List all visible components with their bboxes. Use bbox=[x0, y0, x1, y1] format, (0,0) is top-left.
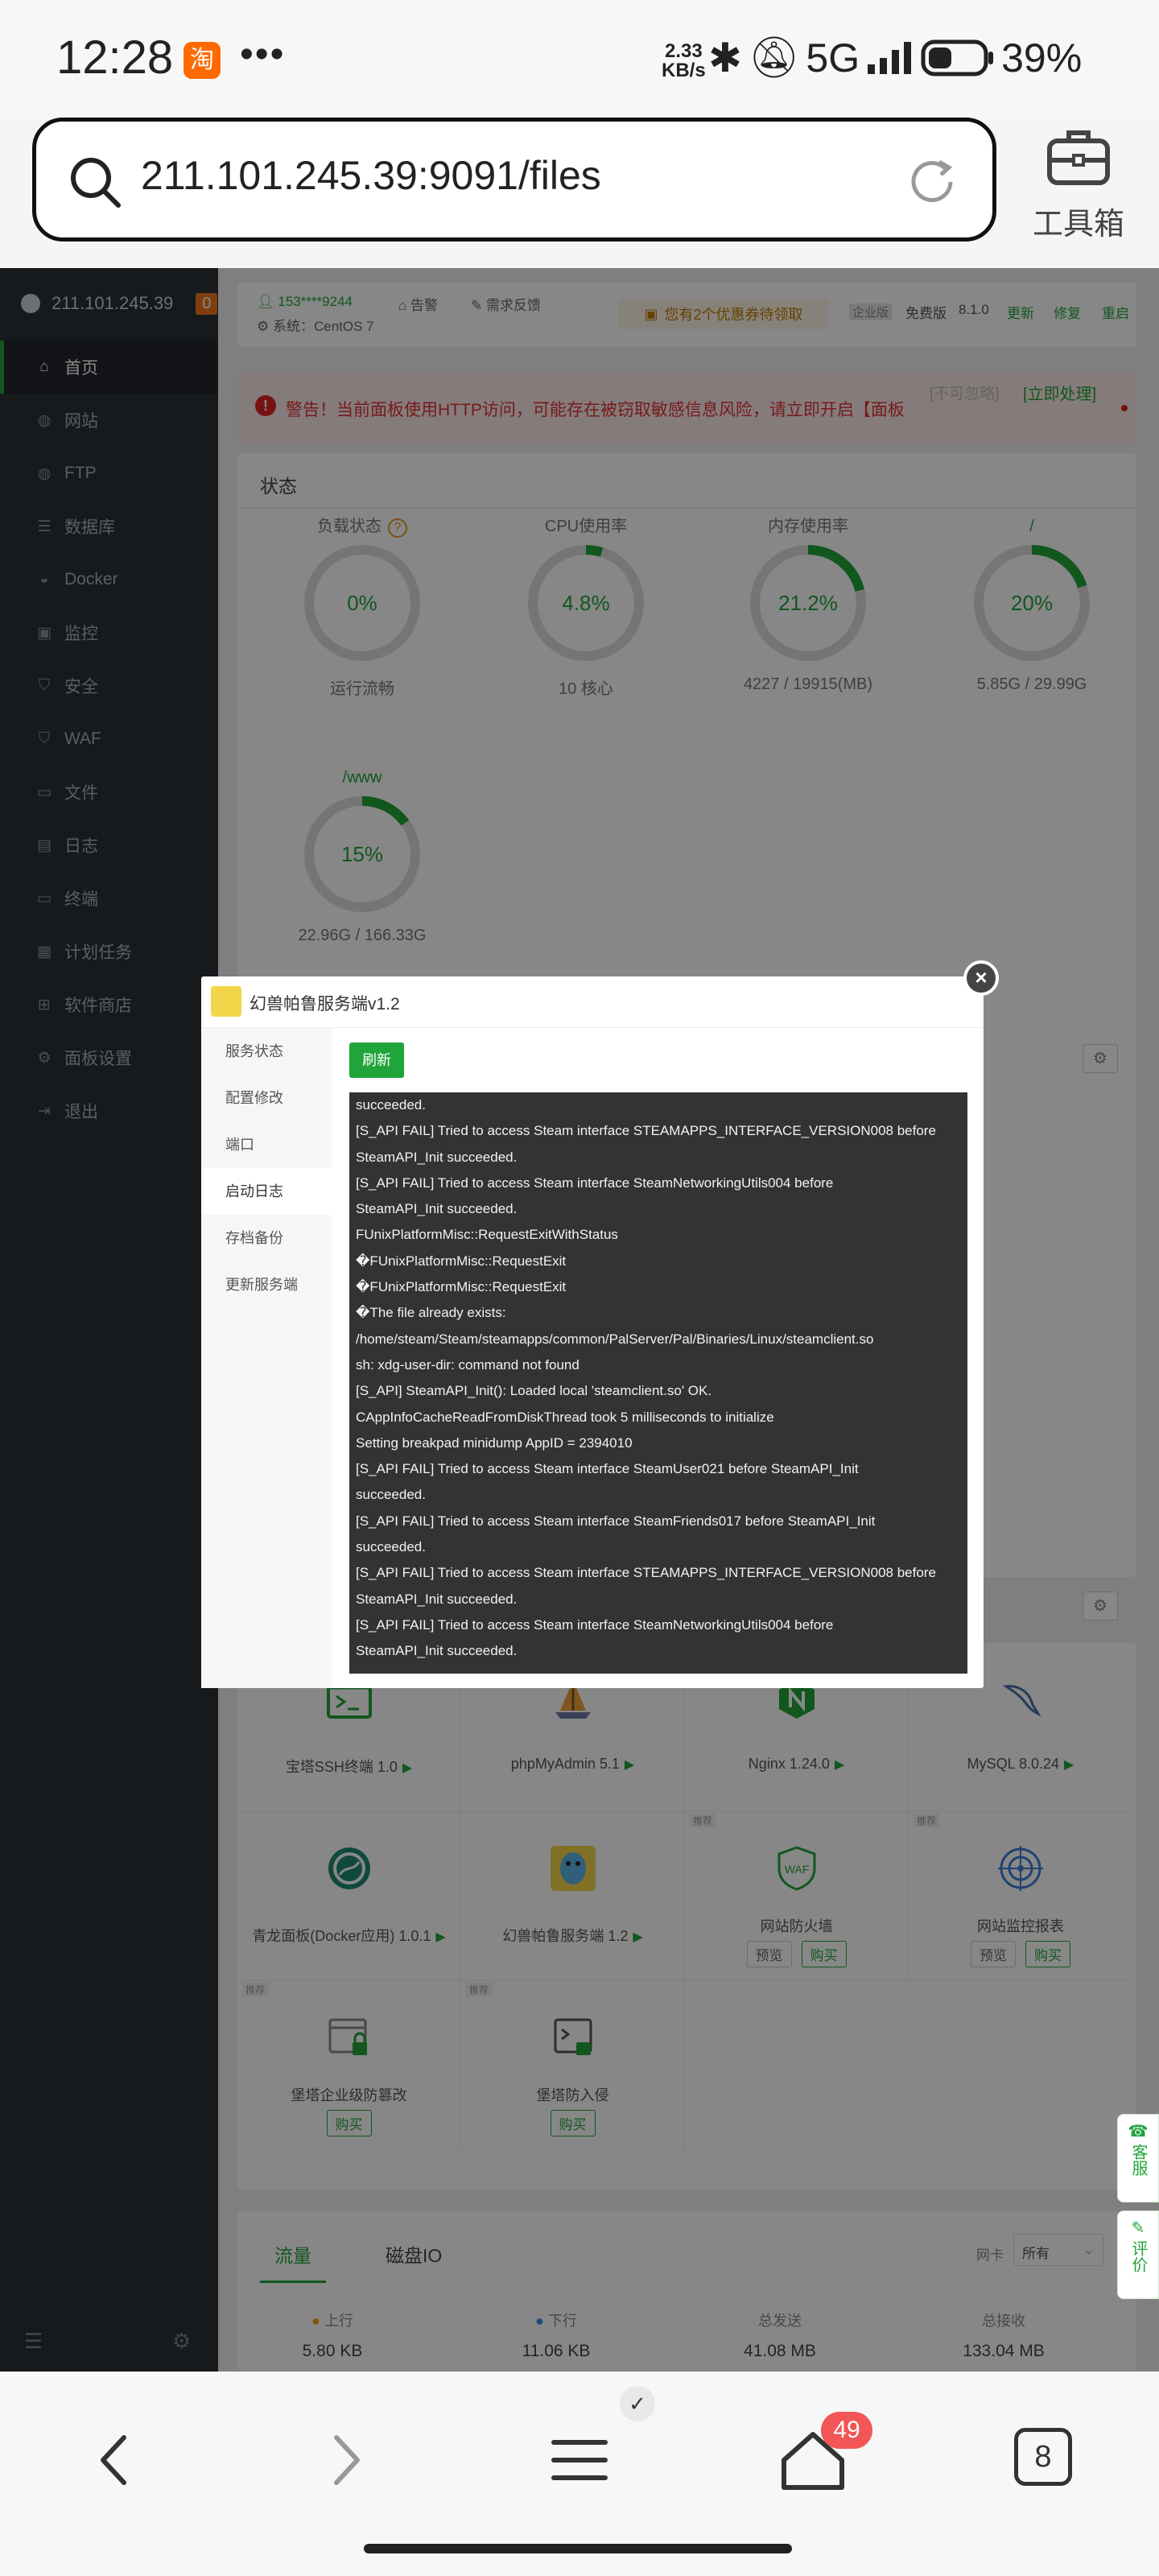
tabs-badge: 49 bbox=[821, 2412, 872, 2449]
log-line: [S_API FAIL] Tried to access Steam inter… bbox=[356, 1123, 936, 1139]
network-type: 5G bbox=[806, 35, 860, 80]
url-text[interactable]: 211.101.245.39:9091/files bbox=[141, 152, 601, 199]
modal-close-icon[interactable]: × bbox=[963, 960, 999, 996]
address-bar[interactable]: 211.101.245.39:9091/files bbox=[32, 118, 996, 242]
menu-service-status[interactable]: 服务状态 bbox=[201, 1028, 332, 1075]
forward-icon[interactable] bbox=[306, 2420, 386, 2500]
home-indicator bbox=[364, 2544, 792, 2553]
startup-log-console[interactable]: succeeded. [S_API FAIL] Tried to access … bbox=[349, 1092, 967, 1674]
log-line: [S_API] SteamAPI_Init(): Loaded local 's… bbox=[356, 1383, 712, 1399]
log-line: [S_API FAIL] Tried to access Steam inter… bbox=[356, 1565, 936, 1581]
phone-status-bar: 12:28 淘 ••• 2.33 KB/s ✱ 🔕︎ 5G 39% bbox=[0, 0, 1159, 121]
toolbox-icon bbox=[1047, 130, 1110, 185]
log-line: Setting breakpad minidump AppID = 239401… bbox=[356, 1435, 633, 1451]
log-line: succeeded. bbox=[356, 1539, 426, 1555]
modal-title: 幻兽帕鲁服务端v1.2 bbox=[250, 995, 400, 1013]
edit-icon: ✎ bbox=[1131, 2219, 1145, 2237]
clock: 12:28 bbox=[56, 31, 174, 84]
mute-icon: 🔕︎ bbox=[748, 35, 800, 80]
log-line: [S_API FAIL] Tried to access Steam inter… bbox=[356, 1513, 876, 1529]
menu-port[interactable]: 端口 bbox=[201, 1121, 332, 1168]
modal-header: 幻兽帕鲁服务端v1.2 bbox=[201, 976, 984, 1028]
toolbox-button[interactable]: 工具箱 bbox=[1022, 125, 1135, 246]
search-icon bbox=[71, 158, 121, 208]
log-line: FUnixPlatformMisc::RequestExitWithStatus bbox=[356, 1227, 618, 1243]
battery-level: 39% bbox=[1001, 35, 1083, 80]
log-line: [S_API FAIL] Tried to access Steam inter… bbox=[356, 1174, 834, 1191]
log-line: succeeded. bbox=[356, 1097, 426, 1113]
log-line: �FUnixPlatformMisc::RequestExit bbox=[356, 1279, 567, 1295]
log-line: �FUnixPlatformMisc::RequestExit bbox=[356, 1253, 567, 1269]
log-line: �The file already exists: bbox=[356, 1305, 506, 1321]
reload-icon[interactable] bbox=[904, 154, 960, 210]
menu-icon[interactable] bbox=[539, 2420, 620, 2500]
status-icons: ✱ 🔕︎ 5G 39% bbox=[708, 34, 1082, 81]
review-tab[interactable]: ✎ 评价 bbox=[1117, 2211, 1159, 2299]
log-line: [S_API FAIL] Tried to access Steam inter… bbox=[356, 1616, 834, 1633]
tab-count-button[interactable]: 8 bbox=[1014, 2428, 1072, 2486]
menu-update-server[interactable]: 更新服务端 bbox=[201, 1261, 332, 1308]
check-badge-icon: ✓ bbox=[620, 2386, 655, 2421]
headset-icon: ☎ bbox=[1128, 2123, 1149, 2140]
signal-icon bbox=[868, 41, 912, 74]
log-line: /home/steam/Steam/steamapps/common/PalSe… bbox=[356, 1331, 874, 1347]
menu-config-edit[interactable]: 配置修改 bbox=[201, 1075, 332, 1121]
log-line: sh: xdg-user-dir: command not found bbox=[356, 1356, 580, 1373]
palworld-logo-icon bbox=[211, 986, 241, 1017]
refresh-button[interactable]: 刷新 bbox=[349, 1042, 404, 1078]
bluetooth-icon: ✱ bbox=[708, 35, 742, 80]
palworld-server-modal: 幻兽帕鲁服务端v1.2 服务状态 配置修改 端口 启动日志 存档备份 更新服务端… bbox=[201, 976, 984, 1688]
log-line: SteamAPI_Init succeeded. bbox=[356, 1643, 518, 1659]
modal-menu: 服务状态 配置修改 端口 启动日志 存档备份 更新服务端 bbox=[201, 1028, 332, 1688]
back-icon[interactable] bbox=[74, 2420, 155, 2500]
log-line: SteamAPI_Init succeeded. bbox=[356, 1149, 518, 1165]
menu-save-backup[interactable]: 存档备份 bbox=[201, 1215, 332, 1261]
log-line: [S_API FAIL] Tried to access Steam inter… bbox=[356, 1461, 859, 1477]
taobao-icon: 淘 bbox=[184, 42, 221, 79]
network-rate: 2.33 KB/s bbox=[662, 40, 706, 81]
log-line: CAppInfoCacheReadFromDiskThread took 5 m… bbox=[356, 1409, 774, 1425]
customer-service-tab[interactable]: ☎ 客服 bbox=[1117, 2114, 1159, 2202]
toolbox-label: 工具箱 bbox=[1032, 208, 1124, 242]
log-line: succeeded. bbox=[356, 1487, 426, 1503]
menu-startup-log[interactable]: 启动日志 bbox=[201, 1168, 332, 1215]
log-line: SteamAPI_Init succeeded. bbox=[356, 1201, 518, 1217]
battery-icon bbox=[921, 39, 994, 76]
more-dots-icon: ••• bbox=[240, 33, 286, 76]
log-line: SteamAPI_Init succeeded. bbox=[356, 1591, 518, 1607]
browser-bottom-nav: ✓ 49 8 bbox=[0, 2372, 1159, 2576]
